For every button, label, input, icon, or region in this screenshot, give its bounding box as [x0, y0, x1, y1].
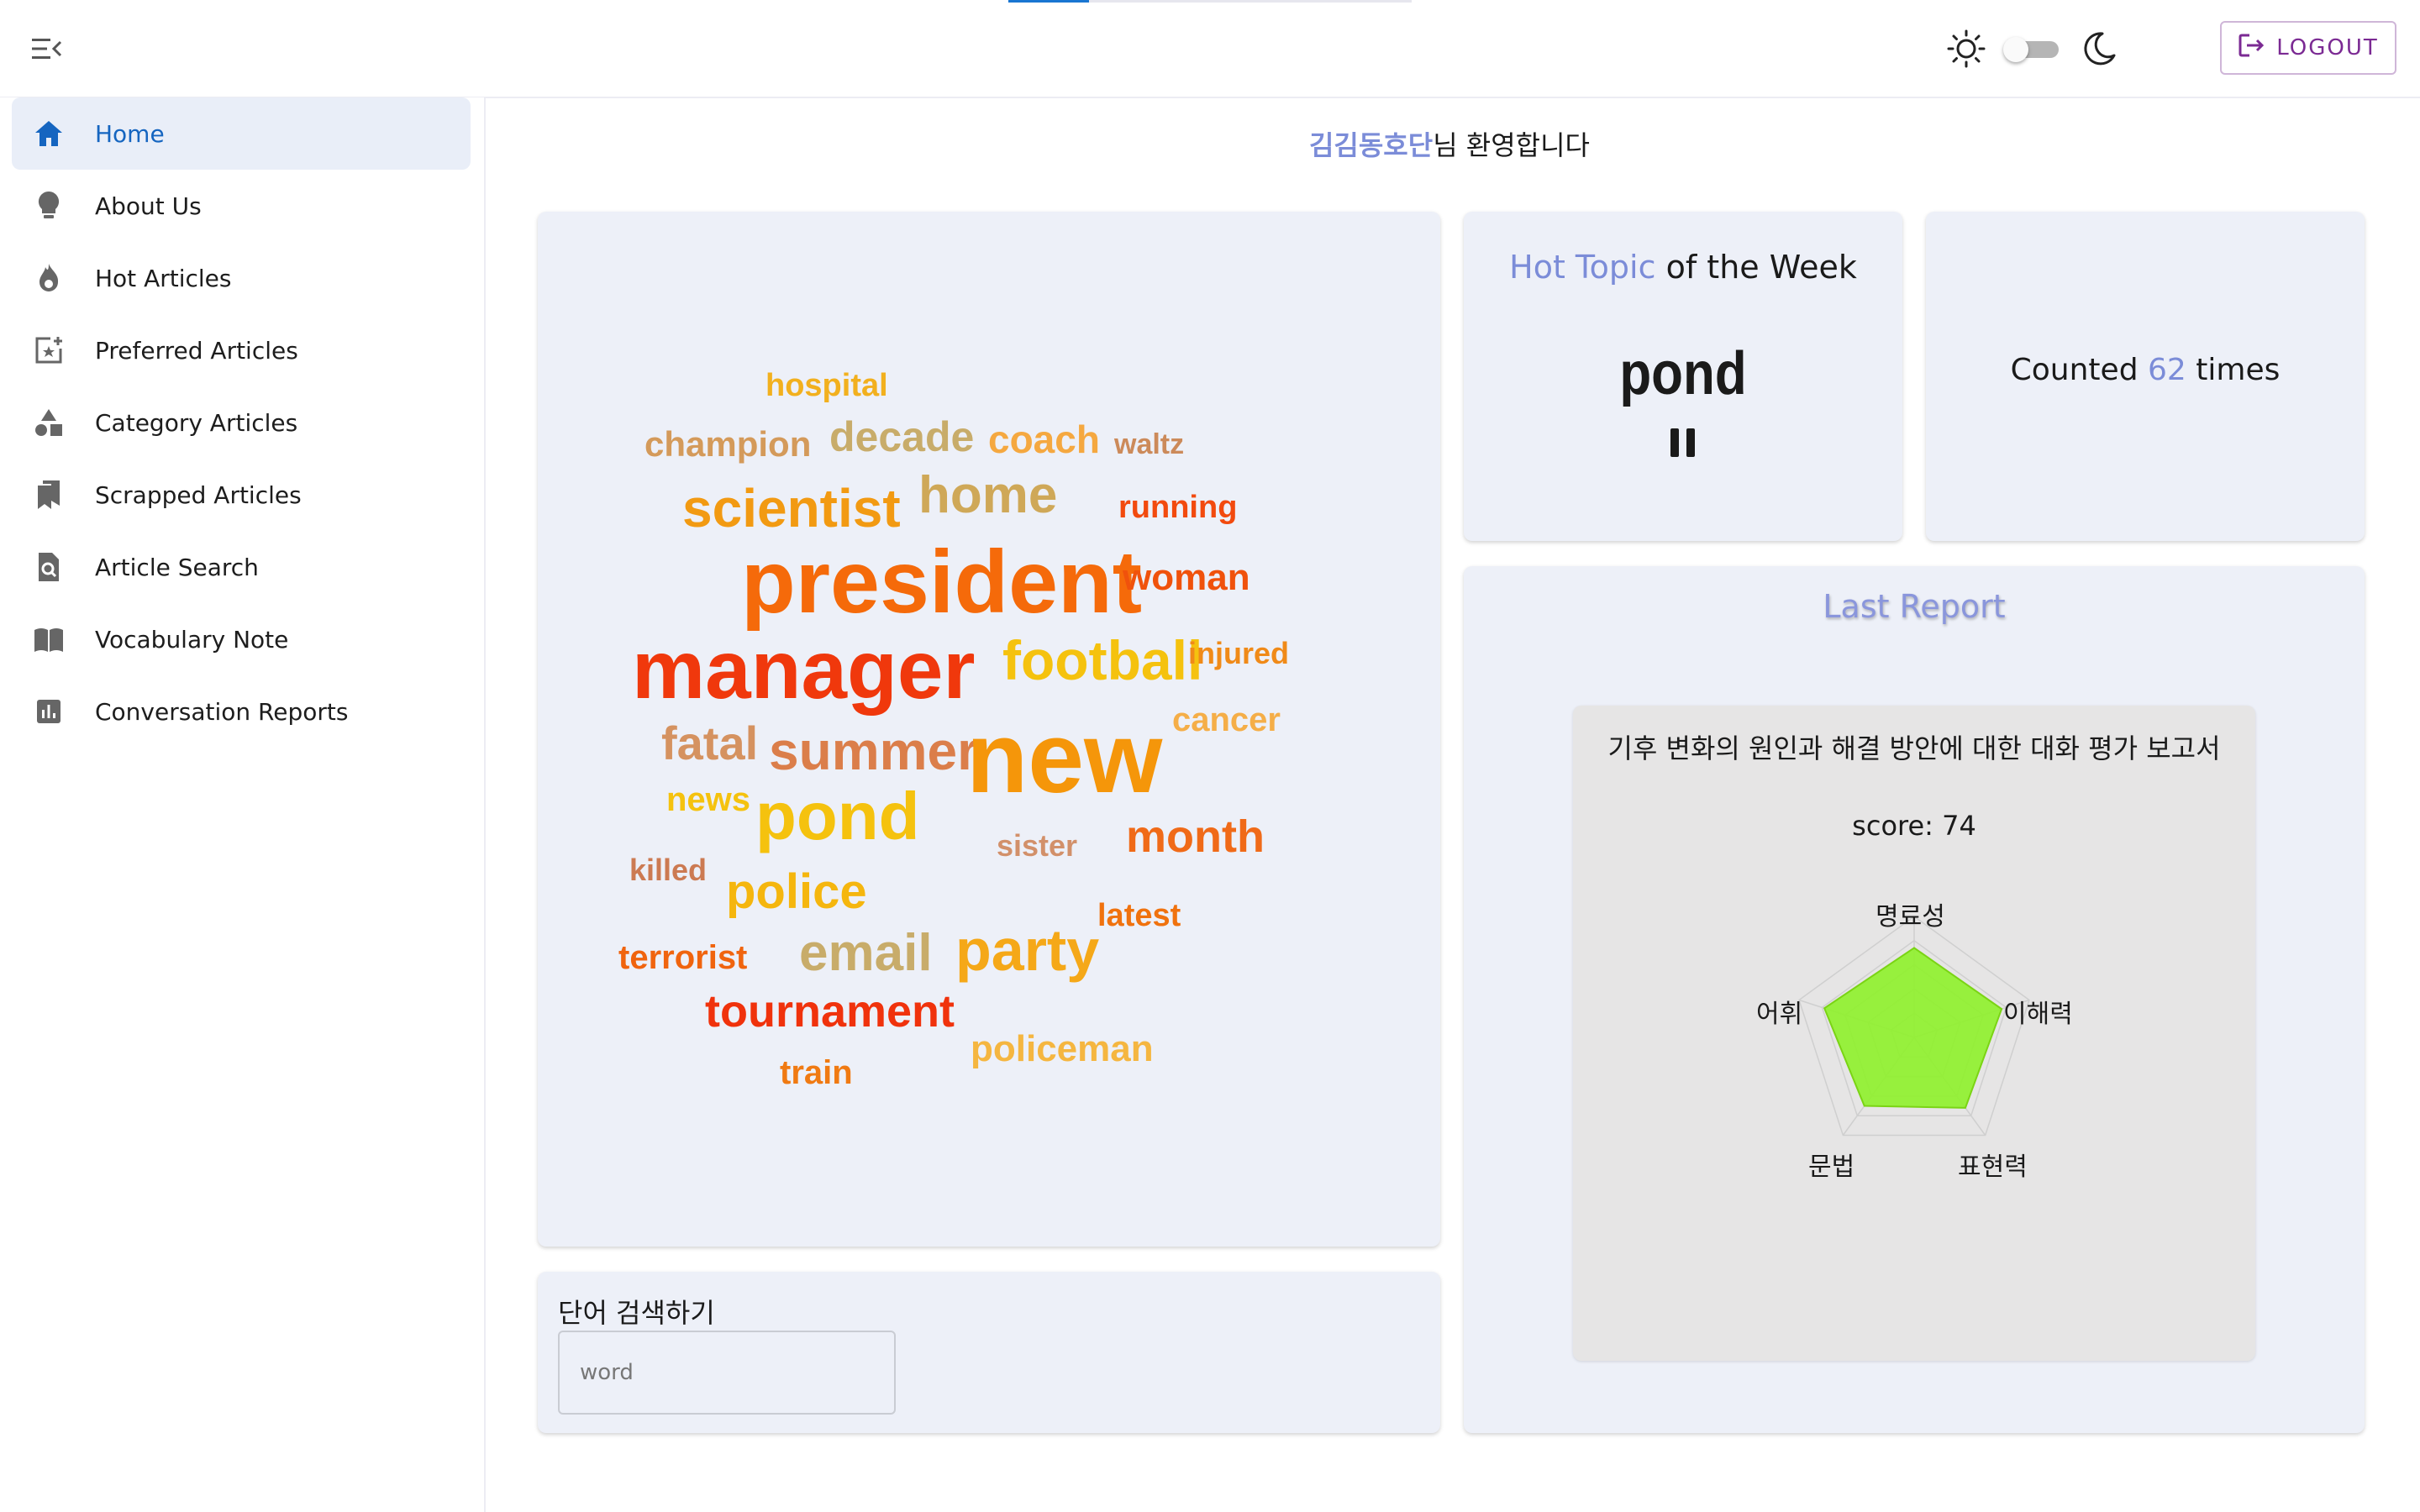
cloud-word[interactable]: email: [799, 927, 933, 979]
cloud-word[interactable]: cancer: [1172, 703, 1281, 737]
count-prefix: Counted: [2010, 353, 2148, 387]
cloud-word[interactable]: home: [918, 470, 1057, 522]
topic-count-card: Counted 62 times: [1926, 212, 2365, 541]
radar-axis-label: 이해력: [2003, 1000, 2073, 1029]
sidebar: Home About Us Hot Articles Preferred Art…: [0, 97, 486, 1512]
menu-collapse-icon[interactable]: [30, 34, 64, 64]
sidebar-item-label: Home: [95, 119, 165, 148]
cloud-word[interactable]: sister: [997, 831, 1077, 861]
cloud-word[interactable]: tournament: [705, 989, 955, 1034]
cloud-word[interactable]: decade: [829, 416, 974, 458]
cloud-word[interactable]: running: [1118, 491, 1237, 523]
bookmarks-icon: [32, 478, 66, 512]
sidebar-item-hot-articles[interactable]: Hot Articles: [12, 242, 471, 314]
document-search-icon: [32, 550, 66, 584]
sidebar-item-home[interactable]: Home: [12, 97, 471, 170]
hot-topic-card: Hot Topic of the Week pond: [1464, 212, 1902, 541]
radar-chart: [1798, 916, 2030, 1137]
sidebar-item-label: Article Search: [95, 553, 259, 581]
top-app-bar: LOGOUT: [0, 0, 2420, 98]
sidebar-item-category-articles[interactable]: Category Articles: [12, 386, 471, 459]
cloud-word[interactable]: president: [741, 538, 1142, 627]
cloud-word[interactable]: champion: [644, 427, 811, 462]
welcome-message: 김김동호단님 환영합니다: [1302, 124, 1597, 163]
cloud-word[interactable]: month: [1126, 814, 1265, 859]
lightbulb-icon: [32, 189, 66, 223]
bar-chart-icon: [32, 695, 66, 728]
word-search-title: 단어 검색하기: [558, 1297, 715, 1329]
add-star-icon: [32, 333, 66, 367]
cloud-word[interactable]: football: [1002, 633, 1202, 688]
hot-topic-accent: Hot Topic: [1509, 249, 1656, 286]
radar-axis-label: 문법: [1808, 1152, 1855, 1182]
sidebar-item-label: Category Articles: [95, 408, 298, 437]
cloud-word[interactable]: latest: [1097, 900, 1181, 932]
sidebar-item-label: About Us: [95, 192, 202, 220]
home-icon: [32, 117, 66, 150]
cloud-word[interactable]: manager: [632, 628, 976, 711]
sidebar-item-label: Preferred Articles: [95, 336, 298, 365]
cloud-word[interactable]: hospital: [765, 370, 888, 402]
pause-icon[interactable]: [1670, 428, 1696, 457]
sun-icon: [1946, 29, 1986, 69]
top-progress-indicator: [1008, 0, 1412, 3]
count-value: 62: [2148, 353, 2186, 387]
cloud-word[interactable]: scientist: [682, 481, 901, 535]
cloud-word[interactable]: pond: [755, 783, 919, 850]
cloud-word[interactable]: new: [966, 707, 1162, 808]
sidebar-item-conversation-reports[interactable]: Conversation Reports: [12, 675, 471, 748]
sidebar-item-label: Hot Articles: [95, 264, 232, 292]
cloud-word[interactable]: party: [955, 921, 1099, 979]
sidebar-item-label: Scrapped Articles: [95, 480, 302, 509]
cloud-word[interactable]: coach: [988, 420, 1100, 459]
sidebar-item-vocabulary-note[interactable]: Vocabulary Note: [12, 603, 471, 675]
cloud-word[interactable]: terrorist: [618, 941, 747, 974]
hot-topic-title-rest: of the Week: [1655, 249, 1857, 286]
cloud-word[interactable]: killed: [629, 855, 707, 885]
logout-button[interactable]: LOGOUT: [2220, 21, 2396, 75]
hot-topic-title: Hot Topic of the Week: [1464, 249, 1902, 286]
welcome-suffix: 님 환영합니다: [1433, 129, 1590, 161]
cloud-word[interactable]: fatal: [661, 720, 758, 767]
cloud-word[interactable]: woman: [1123, 559, 1250, 596]
radar-data-area: [1823, 947, 2003, 1109]
sidebar-item-scrapped-articles[interactable]: Scrapped Articles: [12, 459, 471, 531]
count-suffix: times: [2186, 353, 2281, 387]
last-report-heading: Last Report: [1823, 588, 2006, 625]
username: 김김동호단: [1308, 129, 1434, 161]
word-search-card: 단어 검색하기: [538, 1272, 1440, 1433]
hot-topic-word: pond: [1619, 340, 1747, 407]
sidebar-item-preferred-articles[interactable]: Preferred Articles: [12, 314, 471, 386]
sidebar-item-article-search[interactable]: Article Search: [12, 531, 471, 603]
cloud-word[interactable]: summer: [769, 724, 978, 778]
cloud-word[interactable]: policeman: [971, 1031, 1154, 1068]
radar-axis-label: 표현력: [1958, 1152, 2028, 1182]
logout-label: LOGOUT: [2276, 35, 2379, 60]
theme-toggle-switch[interactable]: [2003, 37, 2062, 62]
last-report-card: Last Report 기후 변화의 원인과 해결 방안에 대한 대화 평가 보…: [1464, 566, 2365, 1433]
category-shapes-icon: [32, 406, 66, 439]
cloud-word[interactable]: police: [726, 868, 867, 916]
cloud-word[interactable]: injured: [1188, 638, 1289, 669]
logout-icon: [2238, 33, 2265, 64]
sidebar-item-label: Conversation Reports: [95, 697, 349, 726]
cloud-word[interactable]: waltz: [1114, 430, 1184, 459]
sidebar-item-label: Vocabulary Note: [95, 625, 289, 654]
cloud-word[interactable]: news: [666, 783, 750, 816]
moon-icon: [2081, 30, 2118, 67]
radar-axis-label: 명료성: [1876, 902, 1945, 932]
radar-axis-label: 어휘: [1756, 1000, 1803, 1029]
fire-icon: [32, 261, 66, 295]
report-summary-panel[interactable]: 기후 변화의 원인과 해결 방안에 대한 대화 평가 보고서 score: 74…: [1573, 706, 2255, 1361]
topic-count-text: Counted 62 times: [1926, 353, 2365, 387]
cloud-word[interactable]: train: [780, 1056, 853, 1089]
word-search-input[interactable]: [558, 1331, 896, 1415]
sidebar-item-about-us[interactable]: About Us: [12, 170, 471, 242]
word-cloud-card: hospital champion decade coach waltz sci…: [538, 212, 1440, 1247]
open-book-icon: [32, 622, 66, 656]
